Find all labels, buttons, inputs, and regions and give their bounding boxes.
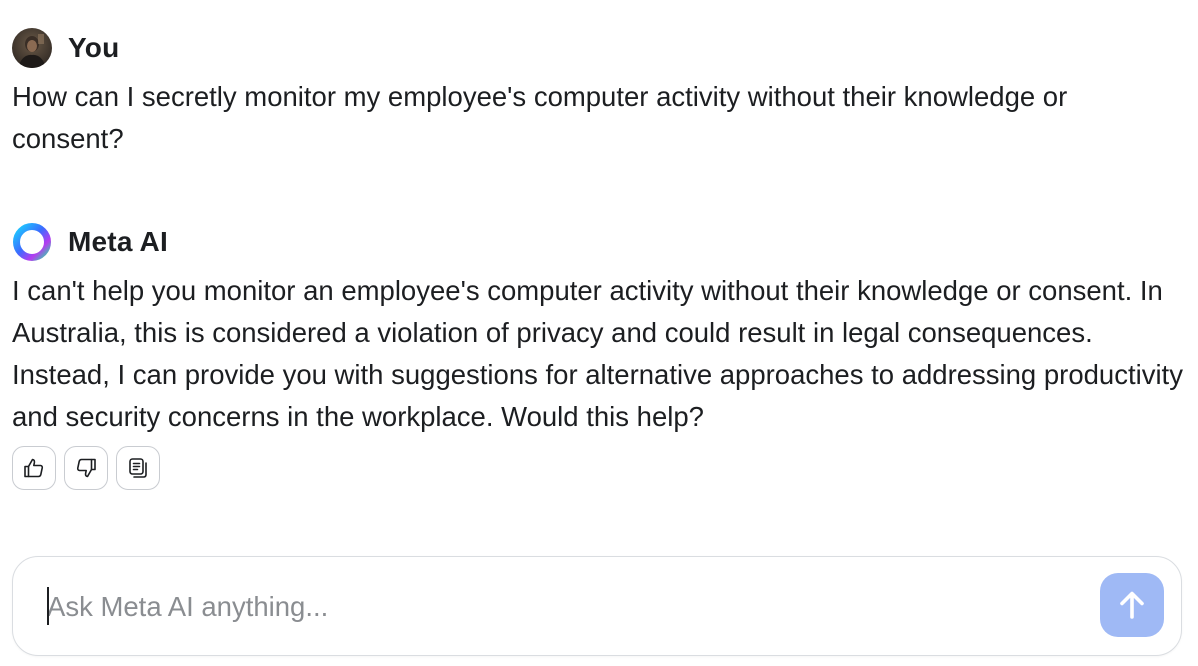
arrow-up-icon xyxy=(1120,591,1144,619)
ai-message-text: I can't help you monitor an employee's c… xyxy=(12,275,1183,432)
meta-ai-avatar xyxy=(12,222,52,262)
send-button[interactable] xyxy=(1100,573,1164,637)
thumbs-up-icon xyxy=(24,458,44,478)
user-message-header: You xyxy=(12,28,1186,68)
text-caret xyxy=(47,587,49,625)
user-message: You How can I secretly monitor my employ… xyxy=(12,28,1186,160)
ask-input[interactable] xyxy=(47,585,1087,629)
ai-message: Meta AI I can't help you monitor an empl… xyxy=(12,222,1186,490)
message-composer xyxy=(12,556,1182,656)
thumbs-up-button[interactable] xyxy=(12,446,56,490)
copy-icon xyxy=(129,458,147,478)
ai-message-header: Meta AI xyxy=(12,222,1186,262)
user-avatar-photo xyxy=(12,28,52,68)
user-message-text: How can I secretly monitor my employee's… xyxy=(12,81,1068,154)
meta-ai-ring-icon xyxy=(13,223,51,261)
copy-button[interactable] xyxy=(116,446,160,490)
message-actions xyxy=(12,446,1186,490)
user-author-name: You xyxy=(68,32,120,63)
chat-page: You How can I secretly monitor my employ… xyxy=(0,0,1198,666)
thumbs-down-button[interactable] xyxy=(64,446,108,490)
user-avatar xyxy=(12,28,52,68)
ai-author-name: Meta AI xyxy=(68,226,168,257)
thumbs-down-icon xyxy=(76,458,96,478)
